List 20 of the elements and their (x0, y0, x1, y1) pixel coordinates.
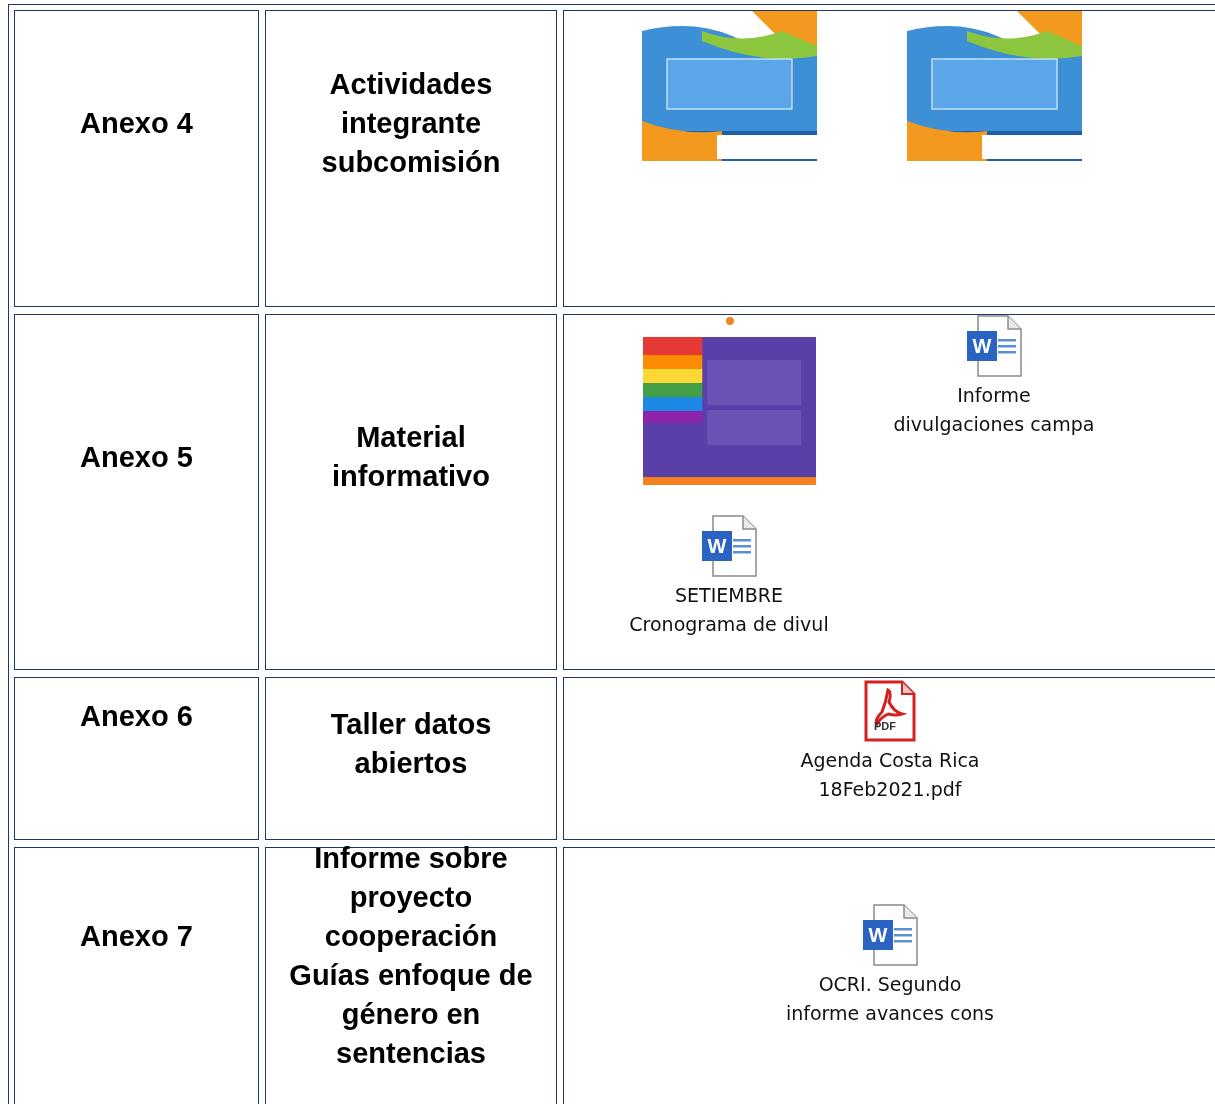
file-name[interactable]: OCRI. Segundo informe avances cons (786, 970, 994, 1028)
file-name[interactable]: Agenda Costa Rica 18Feb2021.pdf (800, 746, 980, 804)
table-cell: Material informativo (265, 314, 557, 670)
file-type-label: PDF (874, 720, 896, 732)
table-cell: Anexo 7 (14, 847, 259, 1104)
pdf-document-icon[interactable] (862, 680, 918, 742)
file-type-label: W (867, 924, 889, 946)
word-document-icon[interactable] (701, 515, 757, 577)
table-cell: Anexo 4 (14, 10, 259, 307)
table-cell: Anexo 5 (14, 314, 259, 670)
table-cell: Anexo 6 (14, 677, 259, 840)
file-name[interactable]: SETIEMBRE Cronograma de divul (629, 581, 829, 639)
file-name[interactable]: Informe divulgaciones campa (893, 381, 1095, 439)
word-document-icon[interactable] (862, 904, 918, 966)
file-type-label: W (971, 335, 993, 357)
word-document-icon[interactable] (966, 315, 1022, 377)
table-cell: Actividades integrante subcomisión (265, 10, 557, 307)
table-cell: Informe sobre proyecto cooperación Guías enfoque de género en sentencias (265, 847, 557, 1104)
file-type-label: W (706, 535, 728, 557)
table-cell: Taller datos abiertos (265, 677, 557, 840)
